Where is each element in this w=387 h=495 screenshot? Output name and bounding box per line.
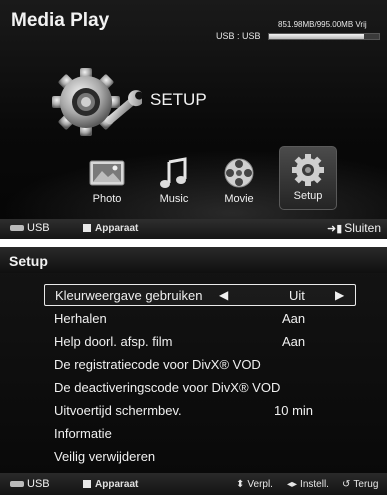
- arrow-left-icon[interactable]: ◀: [219, 288, 228, 302]
- media-item-photo[interactable]: Photo: [78, 152, 136, 210]
- storage-text: 851.98MB/995.00MB Vrij: [278, 20, 367, 29]
- gear-icon: [292, 154, 324, 186]
- menu-row-value: Aan: [282, 334, 306, 349]
- device-indicator-label: Apparaat: [95, 223, 139, 234]
- menu-row-help[interactable]: Help doorl. afsp. film Aan: [44, 331, 356, 353]
- menu-row-kleurweergave[interactable]: Kleurweergave gebruiken ◀ Uit ▶: [44, 284, 356, 306]
- usb-stick-icon: [10, 225, 24, 232]
- media-item-movie[interactable]: Movie: [210, 152, 268, 210]
- menu-row-label: Help doorl. afsp. film: [54, 334, 173, 349]
- setup-title: Setup: [9, 253, 48, 269]
- media-item-label: Setup: [293, 190, 323, 202]
- menu-row-veilig-verwijderen[interactable]: Veilig verwijderen: [44, 446, 356, 468]
- close-button[interactable]: ➜▮ Sluiten: [327, 221, 381, 235]
- menu-row-uitvoertijd[interactable]: Uitvoertijd schermbev. 10 min: [44, 400, 356, 422]
- device-indicator-label: Apparaat: [95, 479, 139, 490]
- hint-back[interactable]: ↺ Terug: [342, 479, 378, 490]
- close-button-label: Sluiten: [344, 221, 381, 235]
- film-reel-icon: [224, 158, 254, 188]
- menu-row-label: Informatie: [54, 426, 112, 441]
- panel-divider: [0, 239, 387, 247]
- setup-menu-list: Kleurweergave gebruiken ◀ Uit ▶ Herhalen…: [0, 273, 387, 473]
- setup-panel: Setup Kleurweergave gebruiken ◀ Uit ▶ He…: [0, 247, 387, 495]
- square-button-icon: [83, 480, 91, 488]
- setup-gear-wrench-icon: [52, 68, 142, 136]
- hint-set-label: Instell.: [300, 479, 329, 490]
- media-item-label: Movie: [224, 193, 254, 205]
- media-item-label: Music: [159, 193, 189, 205]
- menu-row-label: Veilig verwijderen: [54, 449, 156, 464]
- up-down-arrows-icon: ⬍: [236, 479, 245, 490]
- hint-set: ◂▸ Instell.: [287, 479, 329, 490]
- media-play-panel: Media Play 851.98MB/995.00MB Vrij USB : …: [0, 0, 387, 239]
- storage-bar: [268, 33, 380, 40]
- storage-bar-fill: [269, 34, 364, 39]
- usb-indicator[interactable]: USB: [10, 478, 50, 490]
- usb-device-label: USB : USB: [216, 31, 261, 41]
- media-item-label: Photo: [92, 193, 122, 205]
- setup-header: Setup: [0, 247, 387, 273]
- photo-icon: [89, 160, 125, 186]
- top-status-bar: USB Apparaat ➜▮ Sluiten: [0, 219, 387, 239]
- usb-stick-icon: [10, 481, 24, 488]
- exit-icon: ➜▮: [327, 223, 343, 235]
- menu-row-herhalen[interactable]: Herhalen Aan: [44, 308, 356, 330]
- hint-back-label: Terug: [353, 479, 379, 490]
- return-icon: ↺: [342, 479, 351, 490]
- menu-row-label: De registratiecode voor DivX® VOD: [54, 357, 261, 372]
- section-title: SETUP: [150, 90, 207, 109]
- menu-row-deactiveringscode[interactable]: De deactiveringscode voor DivX® VOD: [44, 377, 356, 399]
- usb-indicator-label: USB: [27, 478, 50, 490]
- menu-row-informatie[interactable]: Informatie: [44, 423, 356, 445]
- menu-row-label: De deactiveringscode voor DivX® VOD: [54, 380, 281, 395]
- music-note-icon: [160, 157, 187, 188]
- usb-indicator-label: USB: [27, 222, 50, 234]
- menu-row-label: Kleurweergave gebruiken: [55, 288, 203, 303]
- enter-icon: ◂▸: [287, 479, 298, 490]
- media-play-title: Media Play: [11, 10, 110, 31]
- device-indicator[interactable]: Apparaat: [83, 223, 138, 234]
- media-item-setup[interactable]: Setup: [279, 146, 337, 210]
- arrow-right-icon[interactable]: ▶: [335, 288, 344, 302]
- hint-move-label: Verpl.: [247, 479, 273, 490]
- menu-row-value: Aan: [282, 311, 306, 326]
- menu-row-label: Uitvoertijd schermbev.: [54, 403, 182, 418]
- menu-row-label: Herhalen: [54, 311, 107, 326]
- hint-move: ⬍ Verpl.: [236, 479, 273, 490]
- usb-indicator[interactable]: USB: [10, 222, 50, 234]
- menu-row-value: 10 min: [274, 403, 314, 418]
- menu-row-registratiecode[interactable]: De registratiecode voor DivX® VOD: [44, 354, 356, 376]
- device-indicator[interactable]: Apparaat: [83, 479, 138, 490]
- media-item-music[interactable]: Music: [145, 152, 203, 210]
- bottom-status-bar: USB Apparaat ⬍ Verpl. ◂▸ Instell. ↺ Terug: [0, 473, 387, 495]
- menu-row-value: Uit: [289, 288, 305, 303]
- square-button-icon: [83, 224, 91, 232]
